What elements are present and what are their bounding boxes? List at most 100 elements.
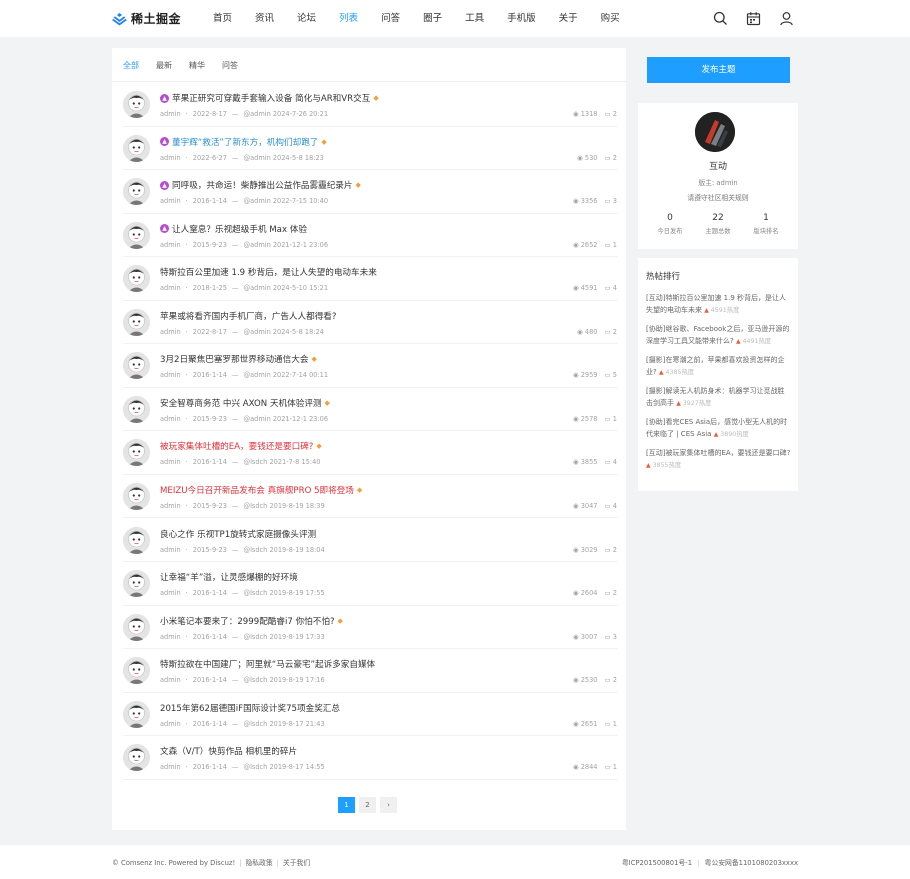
- last-reply[interactable]: @admin 2024-5-8 18:23: [244, 154, 324, 162]
- last-reply[interactable]: @admin 2022-7-14 00:11: [244, 371, 329, 379]
- thread-title[interactable]: 文森（V/T）快剪作品 相机里的碎片: [160, 745, 297, 757]
- hot-thread-item[interactable]: [摄影]在寒潮之前，苹果都喜欢投资怎样的企业? ▲ 4385热度: [646, 354, 791, 379]
- last-reply[interactable]: @lsdch 2019-8-19 17:55: [244, 589, 325, 597]
- thread-author[interactable]: admin: [160, 241, 181, 249]
- thread-date: 2015-9-23: [192, 240, 227, 249]
- hot-thread-item[interactable]: [协助]看完CES Asia后，感觉小型无人机的时代来临了 | CES Asia…: [646, 416, 791, 441]
- site-logo[interactable]: 稀土掘金: [112, 10, 181, 27]
- avatar[interactable]: [123, 308, 150, 336]
- thread-author[interactable]: admin: [160, 458, 181, 466]
- thread-author[interactable]: admin: [160, 676, 181, 684]
- forum-avatar[interactable]: [695, 112, 735, 152]
- thread-title[interactable]: 特斯拉欲在中国建厂；阿里就“马云豪宅”起诉多家自媒体: [160, 658, 375, 670]
- avatar[interactable]: [123, 700, 150, 728]
- hot-thread-item[interactable]: [互动]被玩家集体吐槽的EA，要钱还是要口碑? ▲ 3855热度: [646, 447, 791, 472]
- about-link[interactable]: 关于我们: [283, 859, 310, 867]
- thread-title[interactable]: 小米笔记本要来了：2999配酷睿i7 你怕不怕?: [160, 615, 335, 627]
- thread-title[interactable]: 安全智尊商务范 中兴 AXON 天机体验评测: [160, 397, 322, 409]
- avatar[interactable]: [123, 265, 150, 293]
- thread-title[interactable]: 3月2日聚焦巴塞罗那世界移动通信大会: [160, 353, 308, 365]
- thread-title[interactable]: MEIZU今日召开新品发布会 真旗舰PRO 5即将登场: [160, 484, 354, 496]
- avatar[interactable]: [123, 570, 150, 598]
- tab[interactable]: 全部: [123, 60, 139, 71]
- thread-title[interactable]: 苹果正研究可穿戴手套输入设备 简化与AR和VR交互: [172, 92, 370, 104]
- avatar[interactable]: [123, 395, 150, 423]
- avatar[interactable]: [123, 482, 150, 510]
- page-button[interactable]: 1: [338, 797, 355, 813]
- thread-author[interactable]: admin: [160, 371, 181, 379]
- thread-title[interactable]: 同呼吸，共命运！柴静推出公益作品雾霾纪录片: [172, 179, 352, 191]
- tab[interactable]: 最新: [156, 60, 172, 71]
- next-page-button[interactable]: ›: [380, 797, 397, 813]
- avatar[interactable]: [123, 657, 150, 685]
- last-reply[interactable]: @lsdch 2019-8-19 17:16: [244, 676, 325, 684]
- privacy-link[interactable]: 隐私政策: [245, 859, 272, 867]
- nav-item[interactable]: 列表: [339, 0, 358, 37]
- nav-item[interactable]: 问答: [381, 0, 400, 37]
- thread-title[interactable]: 良心之作 乐视TP1旋转式家庭摄像头评测: [160, 528, 316, 540]
- last-reply[interactable]: @lsdch 2021-7-8 15:40: [244, 458, 321, 466]
- thread-title[interactable]: 苹果或将看齐国内手机厂商，广告人人都得看?: [160, 310, 336, 322]
- hot-thread-item[interactable]: [协助]继谷歌、Facebook之后，亚马逊开源的深度学习工具又能带来什么? ▲…: [646, 323, 791, 348]
- avatar[interactable]: [123, 221, 150, 249]
- thread-author[interactable]: admin: [160, 110, 181, 118]
- last-reply[interactable]: @lsdch 2019-8-17 14:55: [244, 763, 325, 771]
- nav-item[interactable]: 工具: [465, 0, 484, 37]
- thread-title[interactable]: 2015年第62届德国iF国际设计奖75项金奖汇总: [160, 702, 340, 714]
- last-reply[interactable]: @lsdch 2019-8-19 18:04: [244, 546, 325, 554]
- calendar-icon[interactable]: [746, 11, 761, 26]
- user-icon[interactable]: [779, 11, 794, 26]
- nav-item[interactable]: 关于: [559, 0, 578, 37]
- thread-author[interactable]: admin: [160, 328, 181, 336]
- last-reply[interactable]: @lsdch 2019-8-19 17:33: [244, 633, 325, 641]
- thread-author[interactable]: admin: [160, 154, 181, 162]
- nav-item[interactable]: 首页: [213, 0, 232, 37]
- last-reply[interactable]: @admin 2024-5-8 18:24: [244, 328, 324, 336]
- thread-title[interactable]: 特斯拉百公里加速 1.9 秒背后，是让人失望的电动车未来: [160, 266, 377, 278]
- thread-title[interactable]: 让人窒息？乐视超级手机 Max 体验: [172, 223, 307, 235]
- thread-author[interactable]: admin: [160, 720, 181, 728]
- avatar[interactable]: [123, 178, 150, 206]
- thread-author[interactable]: admin: [160, 546, 181, 554]
- thread-title[interactable]: 让幸福“羊”溢，让灵感爆棚的好环境: [160, 571, 298, 583]
- thread-author[interactable]: admin: [160, 763, 181, 771]
- last-reply[interactable]: @admin 2021-12-1 23:06: [244, 415, 329, 423]
- thread-author[interactable]: admin: [160, 197, 181, 205]
- page-button[interactable]: 2: [359, 797, 376, 813]
- hot-thread-item[interactable]: [摄影]解读无人机防身术：机器学习让觅战胜击剑高手 ▲ 3927热度: [646, 385, 791, 410]
- tab[interactable]: 问答: [222, 60, 238, 71]
- post-topic-button[interactable]: 发布主题: [647, 57, 790, 83]
- avatar[interactable]: [123, 134, 150, 162]
- last-reply[interactable]: @admin 2022-7-15 10:40: [244, 197, 329, 205]
- thread-author[interactable]: admin: [160, 589, 181, 597]
- thread-author[interactable]: admin: [160, 284, 181, 292]
- avatar[interactable]: [123, 526, 150, 554]
- last-reply[interactable]: @lsdch 2019-8-19 18:39: [244, 502, 325, 510]
- last-reply[interactable]: @admin 2024-5-10 15:21: [244, 284, 329, 292]
- last-reply[interactable]: @admin 2021-12-1 23:06: [244, 241, 329, 249]
- nav-item[interactable]: 资讯: [255, 0, 274, 37]
- thread-author[interactable]: admin: [160, 633, 181, 641]
- nav-item[interactable]: 论坛: [297, 0, 316, 37]
- nav-item[interactable]: 购买: [601, 0, 620, 37]
- avatar[interactable]: [123, 352, 150, 380]
- thread-author[interactable]: admin: [160, 415, 181, 423]
- police-link[interactable]: 粤公安网备1101080203xxxx: [705, 859, 798, 867]
- thread-title[interactable]: 被玩家集体吐槽的EA，要钱还是要口碑?: [160, 440, 313, 452]
- avatar[interactable]: [123, 91, 150, 118]
- nav-item[interactable]: 手机版: [507, 0, 536, 37]
- avatar[interactable]: [123, 613, 150, 641]
- thread-author[interactable]: admin: [160, 502, 181, 510]
- search-icon[interactable]: [713, 11, 728, 26]
- last-reply[interactable]: @lsdch 2019-8-17 21:43: [244, 720, 325, 728]
- icp-link[interactable]: 粤ICP20150080​1号-1: [622, 859, 692, 867]
- hot-thread-item[interactable]: [互动]特斯拉百公里加速 1.9 秒背后，是让人失望的电动车未来 ▲ 4591热…: [646, 292, 791, 317]
- avatar[interactable]: [123, 439, 150, 467]
- avatar[interactable]: [123, 744, 150, 772]
- nav-item[interactable]: 圈子: [423, 0, 442, 37]
- tab[interactable]: 精华: [189, 60, 205, 71]
- last-reply[interactable]: @admin 2024-7-26 20:21: [244, 110, 329, 118]
- thread-title[interactable]: 董宇辉“救活”了新东方，机构们却跑了: [172, 136, 318, 148]
- replies-count: 2: [612, 110, 617, 118]
- moderator-link[interactable]: admin: [716, 179, 737, 187]
